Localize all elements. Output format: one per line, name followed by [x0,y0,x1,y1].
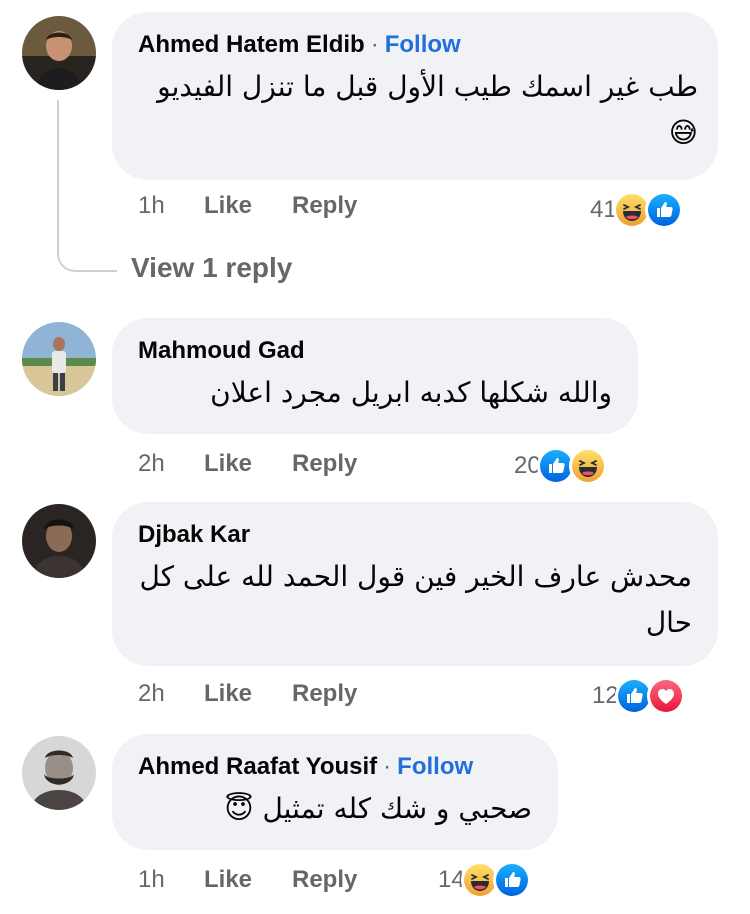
comment-actions: 2h Like Reply [138,444,357,484]
comment-text: والله شكلها كدبه ابريل مجرد اعلان [210,376,612,409]
reaction-summary[interactable]: 20 [514,446,607,486]
reply-button[interactable]: Reply [292,680,357,708]
follow-button[interactable]: Follow [385,31,461,58]
avatar[interactable] [22,504,96,578]
timestamp[interactable]: 1h [138,866,204,894]
follow-button[interactable]: Follow [397,753,473,780]
comment-bubble: Ahmed Hatem Eldib · Follow طب غير اسمك طيب… [112,12,718,180]
avatar[interactable] [22,736,96,810]
separator: · [383,753,392,780]
reply-button[interactable]: Reply [292,450,357,478]
comment-actions: 1h Like Reply [138,186,357,226]
reaction-summary[interactable]: 12 [592,676,685,716]
like-button[interactable]: Like [204,192,292,220]
view-replies-link[interactable]: View 1 reply [131,252,292,284]
author-name[interactable]: Ahmed Hatem Eldib [138,31,365,58]
reaction-summary[interactable]: 41 [590,190,683,230]
comment-bubble: Mahmoud Gad والله شكلها كدبه ابريل مجرد … [112,318,638,434]
like-button[interactable]: Like [204,680,292,708]
timestamp[interactable]: 2h [138,680,204,708]
comment-text: طب غير اسمك طيب الأول قبل ما تنزل الفيدي… [157,70,698,149]
reaction-summary[interactable]: 14 [438,860,531,900]
reply-thread-line [57,100,117,272]
avatar[interactable] [22,16,96,90]
laugh-icon [568,447,607,485]
reply-button[interactable]: Reply [292,192,357,220]
comment-actions: 2h Like Reply [138,674,357,714]
avatar[interactable] [22,322,96,396]
reply-button[interactable]: Reply [292,866,357,894]
comment-bubble: Ahmed Raafat Yousif · Follow صحبي و شك كله… [112,734,558,850]
timestamp[interactable]: 1h [138,192,204,220]
comment-text: صحبي و شك كله تمثيل 😇 [224,792,532,825]
author-name[interactable]: Ahmed Raafat Yousif [138,753,377,780]
comment-bubble: Djbak Kar محدش عارف الخير فين قول الحمد … [112,502,718,666]
like-button[interactable]: Like [204,450,292,478]
author-name[interactable]: Mahmoud Gad [138,337,305,364]
love-icon [646,677,685,715]
author-name[interactable]: Djbak Kar [138,521,250,548]
like-icon [492,861,531,899]
timestamp[interactable]: 2h [138,450,204,478]
comment-text: محدش عارف الخير فين قول الحمد لله على كل… [139,560,693,639]
like-button[interactable]: Like [204,866,292,894]
like-icon [644,191,683,229]
comment-actions: 1h Like Reply [138,860,357,900]
separator: · [370,31,379,58]
